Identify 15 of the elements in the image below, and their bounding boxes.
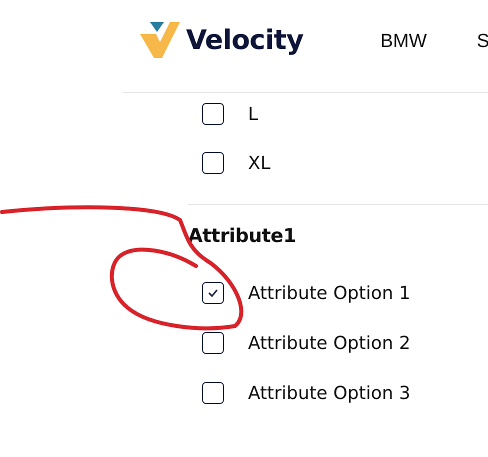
checkbox[interactable] <box>202 332 224 354</box>
filter-heading: Attribute1 <box>188 225 298 249</box>
checkbox[interactable] <box>202 282 224 304</box>
checkbox[interactable] <box>202 103 224 125</box>
nav-link[interactable]: BMW <box>380 31 427 53</box>
check-icon <box>208 289 218 297</box>
option-label: L <box>248 104 258 124</box>
option-label: Attribute Option 3 <box>248 382 410 404</box>
option-label: Attribute Option 2 <box>248 332 410 354</box>
checkbox[interactable] <box>202 152 224 174</box>
logo-icon <box>140 22 180 58</box>
option-label: Attribute Option 1 <box>248 282 410 304</box>
logo-text: Velocity <box>186 24 304 56</box>
checkbox[interactable] <box>202 382 224 404</box>
option-label: XL <box>248 152 270 174</box>
